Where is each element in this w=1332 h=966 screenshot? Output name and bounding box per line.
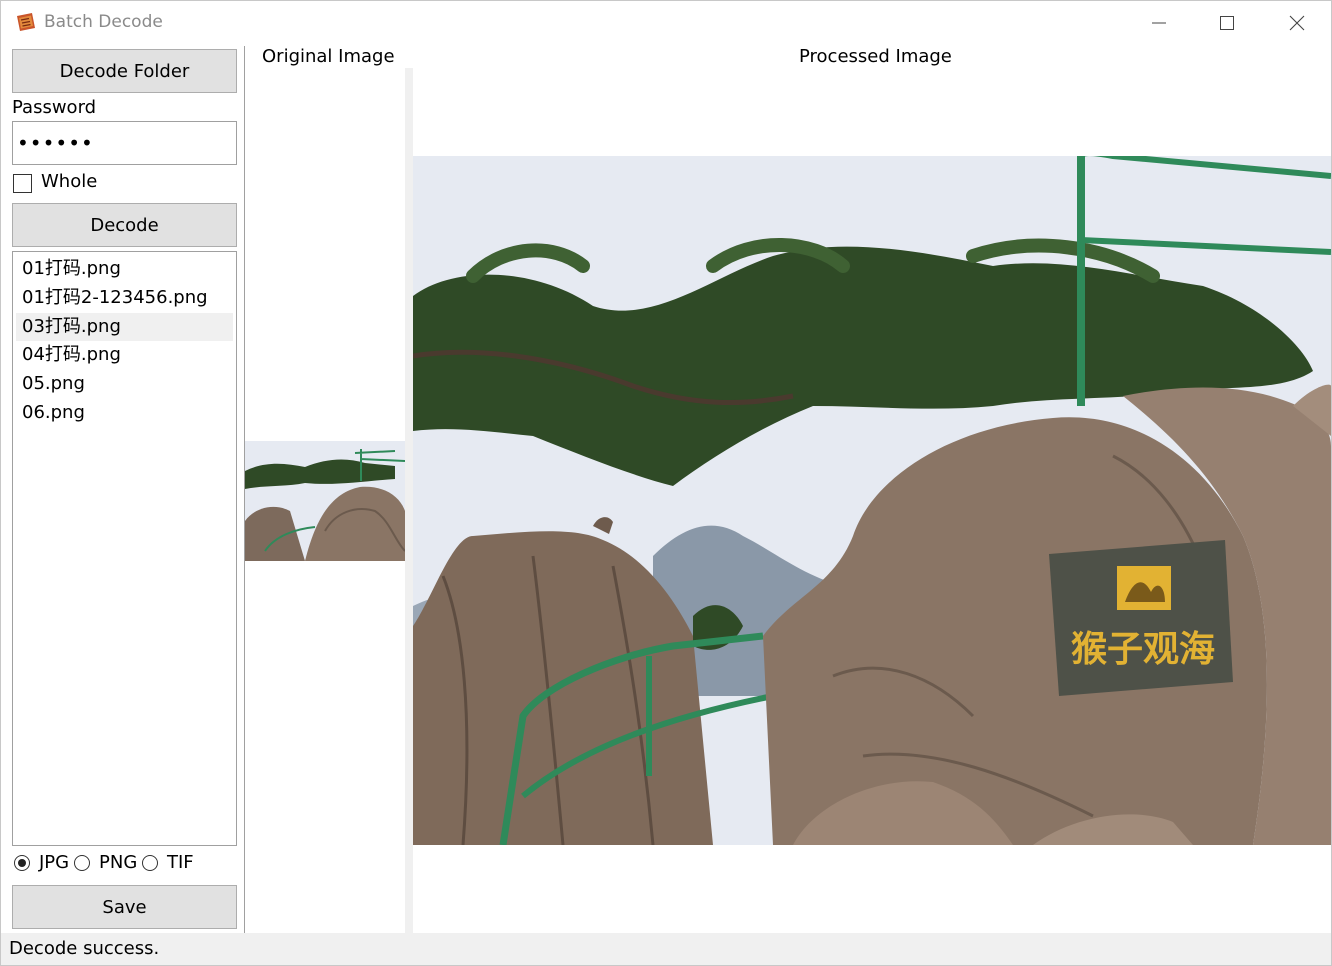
app-window: Batch Decode Decode Folder Password ••••… xyxy=(0,0,1332,966)
file-list[interactable]: 01打码.png 01打码2-123456.png 03打码.png 04打码.… xyxy=(12,251,237,846)
status-bar: Decode success. xyxy=(1,933,1331,965)
decode-button[interactable]: Decode xyxy=(12,203,237,247)
image-splitter[interactable] xyxy=(405,68,413,933)
original-image-header: Original Image xyxy=(262,46,395,67)
list-item[interactable]: 05.png xyxy=(16,370,233,398)
list-item[interactable]: 01打码2-123456.png xyxy=(16,284,233,312)
processed-image: 猴子观海 xyxy=(413,156,1331,845)
png-radio[interactable] xyxy=(74,855,90,871)
list-item-selected[interactable]: 03打码.png xyxy=(16,313,233,341)
png-label: PNG xyxy=(99,852,138,873)
password-input[interactable]: •••••• xyxy=(12,121,237,165)
list-item[interactable]: 01打码.png xyxy=(16,255,233,283)
title-bar[interactable]: Batch Decode xyxy=(1,1,1331,45)
app-icon xyxy=(17,13,35,31)
close-icon xyxy=(1289,15,1305,31)
original-image-thumbnail xyxy=(245,441,405,561)
maximize-icon xyxy=(1220,16,1234,30)
whole-label: Whole xyxy=(41,171,98,192)
tif-label: TIF xyxy=(167,852,194,873)
tif-radio[interactable] xyxy=(142,855,158,871)
minimize-button[interactable] xyxy=(1125,1,1193,45)
status-text: Decode success. xyxy=(9,938,160,959)
radio-dot xyxy=(18,859,26,867)
password-label: Password xyxy=(12,97,97,118)
list-item[interactable]: 06.png xyxy=(16,399,233,427)
processed-image-header: Processed Image xyxy=(799,46,952,67)
sign-text: 猴子观海 xyxy=(1071,628,1215,670)
minimize-icon xyxy=(1152,22,1166,24)
left-panel: Decode Folder Password •••••• Whole Deco… xyxy=(1,46,244,933)
save-button[interactable]: Save xyxy=(12,885,237,929)
jpg-label: JPG xyxy=(39,852,70,873)
decode-folder-button[interactable]: Decode Folder xyxy=(12,49,237,93)
whole-checkbox[interactable] xyxy=(13,174,32,193)
processed-image-panel: 猴子观海 xyxy=(413,68,1331,933)
list-item[interactable]: 04打码.png xyxy=(16,341,233,369)
window-title: Batch Decode xyxy=(44,12,163,32)
maximize-button[interactable] xyxy=(1193,1,1261,45)
original-image-panel xyxy=(245,68,405,933)
jpg-radio[interactable] xyxy=(14,855,30,871)
close-button[interactable] xyxy=(1263,1,1331,45)
